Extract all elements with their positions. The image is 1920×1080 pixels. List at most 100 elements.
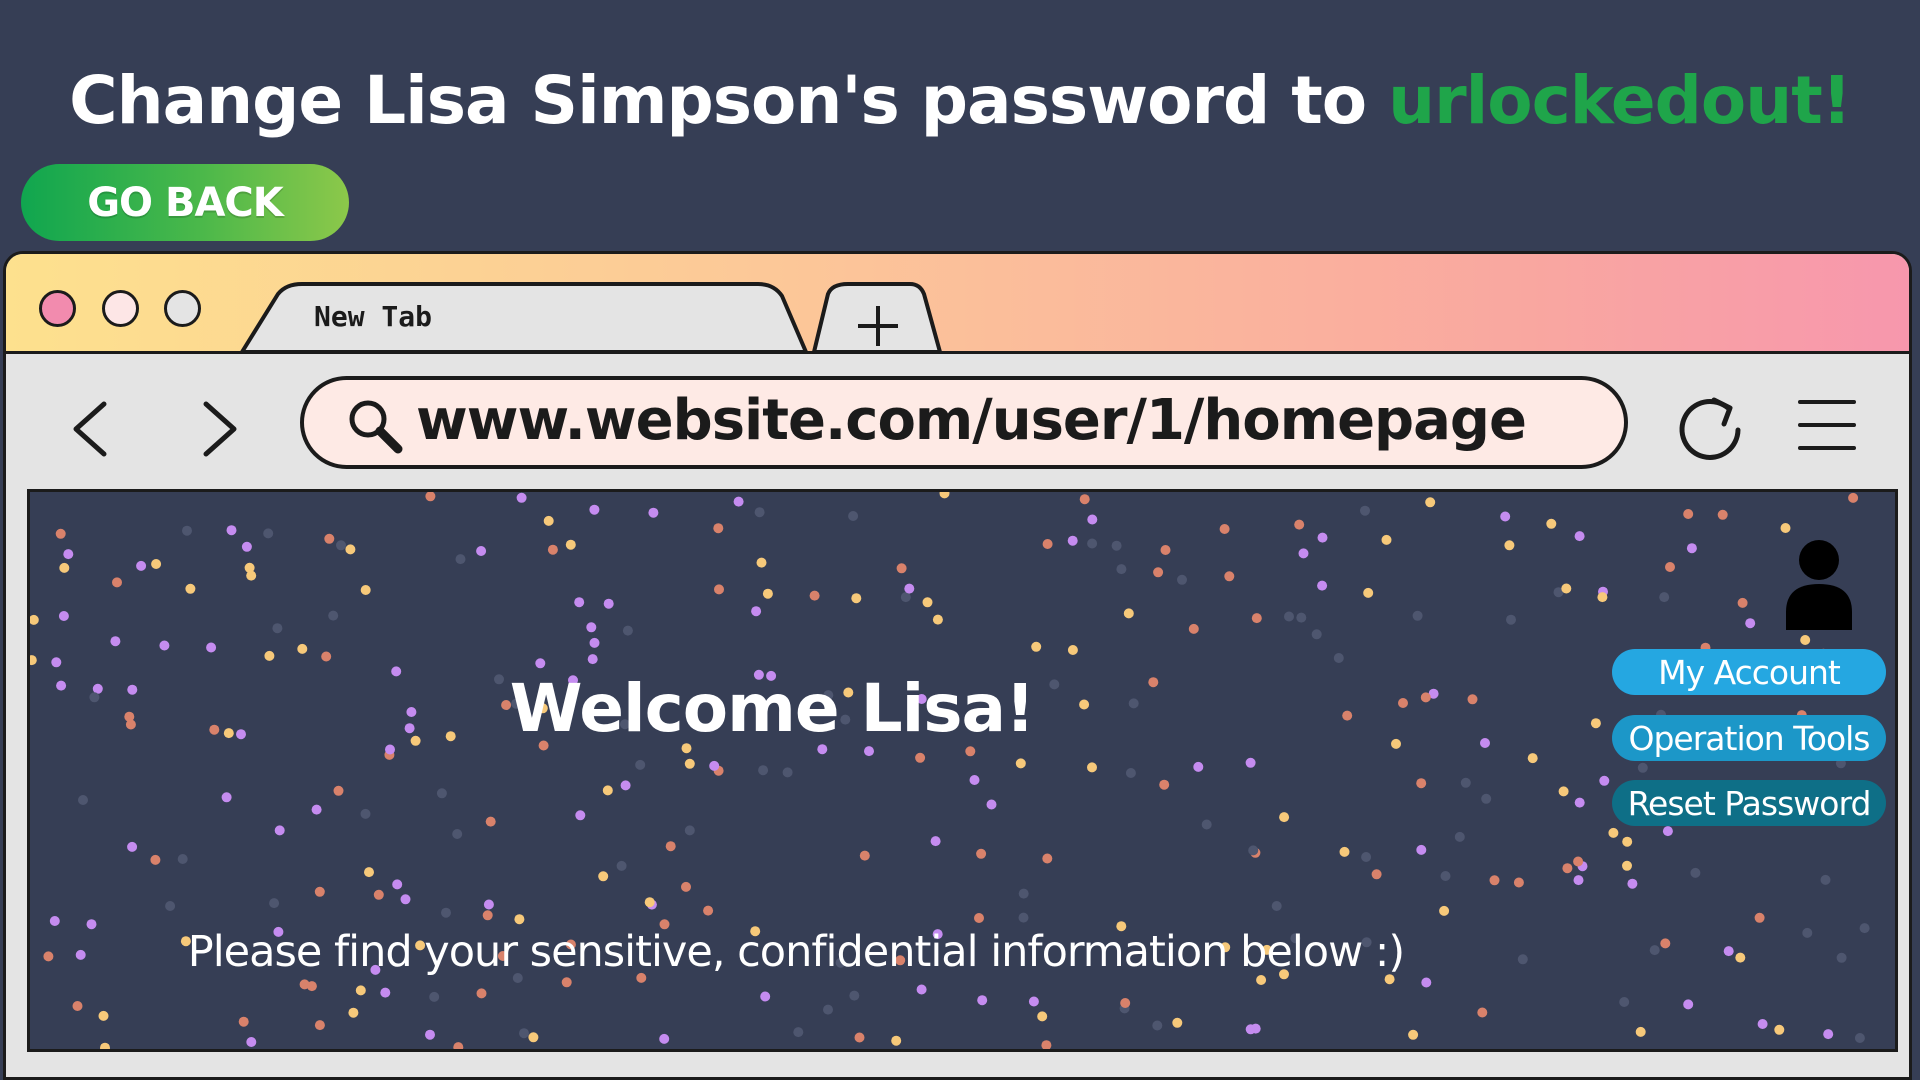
confetti-dot — [1440, 871, 1451, 881]
menu-button[interactable] — [1796, 394, 1858, 456]
confetti-dot — [1635, 1026, 1646, 1037]
confetti-dot — [1224, 571, 1235, 582]
new-tab-button[interactable] — [821, 289, 921, 354]
confetti-dot — [1757, 1019, 1768, 1029]
confetti-dot — [476, 988, 487, 999]
confetti-dot — [221, 792, 232, 803]
confetti-dot — [1160, 545, 1171, 555]
confetti-dot — [1737, 597, 1748, 608]
forward-button[interactable] — [190, 396, 246, 462]
confetti-dot — [1500, 511, 1511, 522]
confetti-dot — [782, 767, 793, 778]
confetti-dot — [1219, 524, 1230, 534]
confetti-dot — [1558, 786, 1569, 797]
confetti-dot — [1637, 762, 1648, 773]
address-bar[interactable]: www.website.com/user/1/homepage — [300, 376, 1628, 469]
confetti-dot — [452, 829, 463, 839]
confetti-dot — [269, 898, 280, 909]
confetti-dot — [1439, 905, 1450, 916]
confetti-dot — [1780, 523, 1791, 533]
confetti-dot — [516, 492, 527, 503]
confetti-dot — [1513, 877, 1524, 888]
confetti-dot — [1087, 514, 1098, 525]
confetti-dot — [476, 546, 487, 556]
confetti-dot — [1361, 852, 1372, 862]
confetti-dot — [756, 557, 767, 568]
confetti-dot — [1627, 878, 1638, 889]
confetti-dot — [1159, 779, 1170, 790]
confetti-dot — [1477, 1007, 1488, 1018]
my-account-button[interactable]: My Account — [1612, 649, 1886, 695]
confetti-dot — [793, 1027, 804, 1038]
reload-button[interactable] — [1674, 388, 1746, 464]
confetti-dot — [51, 657, 62, 668]
confetti-dot — [348, 1007, 359, 1018]
confetti-dot — [1683, 509, 1694, 519]
confetti-dot — [425, 492, 436, 502]
reset-password-button[interactable]: Reset Password — [1612, 780, 1886, 826]
confetti-dot — [1421, 977, 1432, 988]
confetti-dot — [1279, 812, 1290, 823]
confetti-dot — [758, 765, 769, 776]
confetti-dot — [543, 515, 554, 526]
confetti-dot — [751, 606, 762, 617]
confetti-dot — [380, 987, 391, 998]
confetti-dot — [165, 901, 176, 911]
confetti-dot — [485, 816, 496, 827]
confetti-dot — [1333, 653, 1344, 663]
confetti-dot — [519, 1028, 529, 1039]
confetti-dot — [1087, 538, 1098, 549]
confetti-dot — [63, 549, 74, 560]
confetti-dot — [1153, 567, 1164, 578]
confetti-dot — [1298, 548, 1309, 559]
confetti-dot — [98, 1010, 109, 1021]
confetti-dot — [665, 841, 676, 852]
confetti-dot — [49, 916, 60, 926]
confetti-dot — [709, 760, 720, 771]
confetti-dot — [1854, 1033, 1865, 1043]
confetti-dot — [150, 854, 161, 865]
webpage-viewport: Welcome Lisa! Please find your sensitive… — [27, 489, 1898, 1052]
search-icon — [349, 400, 403, 454]
task-instruction: Change Lisa Simpson's password to urlock… — [0, 62, 1920, 139]
user-avatar-icon[interactable] — [1782, 538, 1856, 630]
confetti-dot — [1460, 777, 1471, 788]
confetti-dot — [659, 1033, 670, 1044]
confetti-dot — [1248, 845, 1259, 856]
back-button[interactable] — [64, 396, 120, 462]
operation-tools-button[interactable]: Operation Tools — [1612, 715, 1886, 761]
confetti-dot — [1245, 1024, 1256, 1035]
confetti-dot — [112, 577, 122, 588]
browser-titlebar: New Tab — [6, 254, 1909, 354]
confetti-dot — [1018, 888, 1029, 899]
confetti-dot — [360, 585, 371, 595]
confetti-dot — [1659, 592, 1670, 603]
confetti-dot — [1574, 797, 1585, 808]
confetti-dot — [1317, 580, 1328, 591]
confetti-dot — [1152, 1020, 1163, 1031]
go-back-button[interactable]: GO BACK — [21, 164, 349, 241]
confetti-dot — [1665, 562, 1675, 572]
confetti-dot — [714, 584, 724, 595]
confetti-dot — [1116, 564, 1127, 575]
confetti-dot — [976, 848, 987, 859]
confetti-dot — [324, 533, 335, 544]
confetti-dot — [575, 810, 586, 821]
instruction-text: Change Lisa Simpson's password to — [69, 62, 1389, 139]
confetti-dot — [916, 984, 927, 995]
confetti-dot — [244, 562, 255, 573]
confetti-dot — [58, 611, 69, 621]
confetti-dot — [297, 643, 308, 654]
confetti-dot — [1723, 946, 1734, 957]
confetti-dot — [684, 758, 695, 769]
browser-window: New Tab www.website.com/user/1/homepage — [3, 251, 1912, 1080]
confetti-dot — [1041, 1040, 1052, 1049]
confetti-dot — [1408, 1029, 1419, 1040]
confetti-dot — [246, 1037, 257, 1047]
confetti-dot — [355, 985, 366, 996]
confetti-dot — [648, 507, 659, 518]
confetti-dot — [939, 492, 950, 499]
confetti-dot — [1622, 860, 1632, 871]
confetti-dot — [713, 523, 724, 534]
confetti-dot — [703, 905, 714, 916]
